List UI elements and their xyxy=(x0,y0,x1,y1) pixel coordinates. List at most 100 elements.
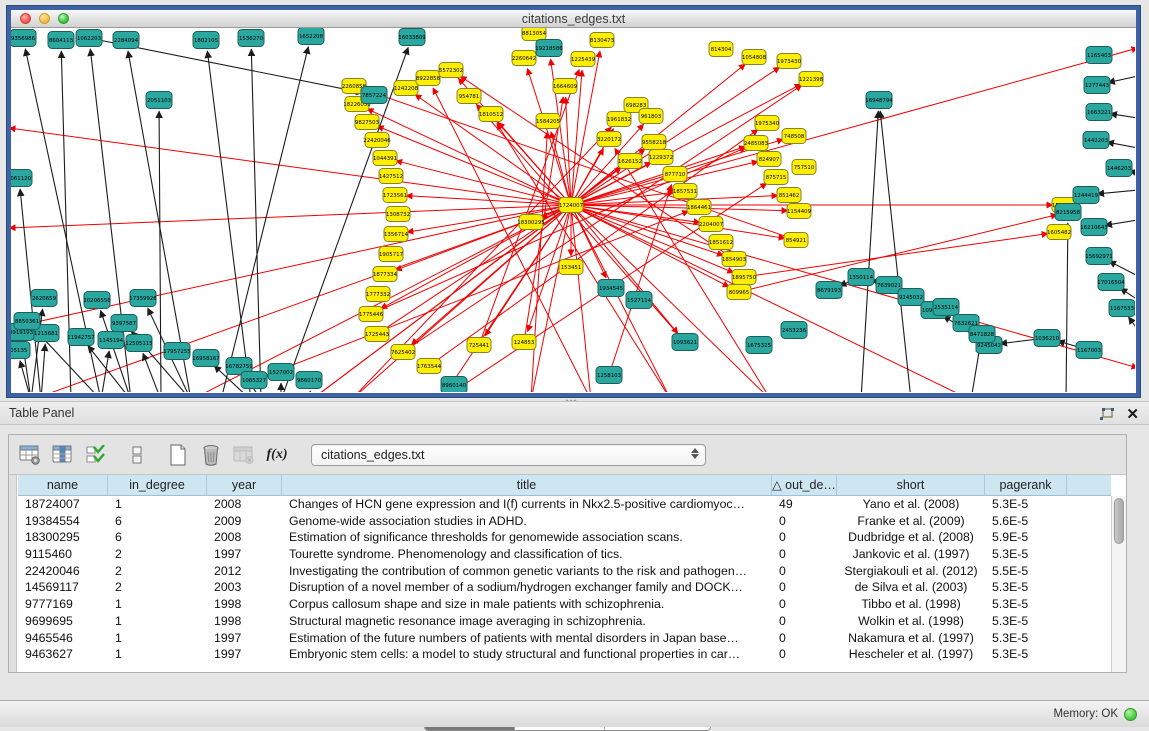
table-row[interactable]: 1456911722003Disruption of a novel membe… xyxy=(18,579,1111,596)
new-column-icon[interactable] xyxy=(165,442,191,468)
table-cell[interactable]: 2008 xyxy=(207,529,282,546)
table-cell[interactable]: 5.3E-5 xyxy=(985,596,1067,613)
table-cell[interactable]: 18724007 xyxy=(18,496,108,513)
table-row[interactable]: 977716911998Corpus callosum shape and si… xyxy=(18,596,1111,613)
table-cell[interactable]: 5.3E-5 xyxy=(985,496,1067,513)
table-cell[interactable]: 1 xyxy=(108,496,207,513)
graph-edge[interactable] xyxy=(11,205,571,328)
column-header-name[interactable]: name xyxy=(18,475,108,495)
table-cell[interactable]: 5.3E-5 xyxy=(985,613,1067,630)
graph-edge[interactable] xyxy=(403,85,802,352)
network-window-titlebar[interactable]: citations_edges.txt xyxy=(11,10,1136,28)
graph-edge[interactable] xyxy=(207,51,251,392)
table-cell[interactable]: 1997 xyxy=(207,630,282,647)
table-cell[interactable]: 1998 xyxy=(207,596,282,613)
table-cell[interactable]: Disruption of a novel member of a sodium… xyxy=(282,579,772,596)
column-header-title[interactable]: title xyxy=(282,475,772,495)
column-header-pagerank[interactable]: pagerank xyxy=(985,475,1067,495)
table-cell[interactable]: de Silva et al. (2003) xyxy=(837,579,985,596)
table-cell[interactable]: 2 xyxy=(108,563,207,580)
function-builder-icon[interactable]: f(x) xyxy=(264,442,290,468)
graph-edge[interactable] xyxy=(159,111,161,392)
graph-edge[interactable] xyxy=(1097,190,1135,194)
table-cell[interactable]: 0 xyxy=(772,613,837,630)
graph-edge[interactable] xyxy=(41,344,45,392)
table-cell[interactable]: Embryonic stem cells: a model to study s… xyxy=(282,646,772,663)
table-cell[interactable]: 1 xyxy=(108,630,207,647)
table-cell[interactable]: Dudbridge et al. (2008) xyxy=(837,529,985,546)
table-cell[interactable]: Hescheler et al. (1997) xyxy=(837,646,985,663)
table-cell[interactable]: Changes of HCN gene expression and I(f) … xyxy=(282,496,772,513)
table-cell[interactable]: 2012 xyxy=(207,563,282,580)
graph-edge[interactable] xyxy=(143,353,161,392)
table-cell[interactable]: 9465546 xyxy=(18,630,108,647)
table-cell[interactable]: 1 xyxy=(108,613,207,630)
graph-edge[interactable] xyxy=(1108,76,1135,83)
graph-edge[interactable] xyxy=(497,123,671,392)
table-cell[interactable]: Estimation of significance thresholds fo… xyxy=(282,529,772,546)
float-panel-icon[interactable] xyxy=(1099,408,1114,421)
table-cell[interactable]: Genome-wide association studies in ADHD. xyxy=(282,513,772,530)
table-cell[interactable]: 2 xyxy=(108,579,207,596)
vertical-scrollbar[interactable] xyxy=(1111,496,1126,672)
table-cell[interactable]: 2009 xyxy=(207,513,282,530)
table-cell[interactable]: 0 xyxy=(772,596,837,613)
table-row[interactable]: 969969511998Structural magnetic resonanc… xyxy=(18,613,1111,630)
table-cell[interactable]: Investigating the contribution of common… xyxy=(282,563,772,580)
table-mode-icon[interactable] xyxy=(17,442,43,468)
zoom-button[interactable] xyxy=(58,13,69,24)
graph-edge[interactable] xyxy=(221,47,308,392)
show-columns-icon[interactable] xyxy=(50,442,76,468)
table-cell[interactable]: 9463627 xyxy=(18,646,108,663)
delete-table-icon[interactable] xyxy=(231,442,257,468)
table-cell[interactable]: 9115460 xyxy=(18,546,108,563)
table-cell[interactable]: 1997 xyxy=(207,546,282,563)
table-cell[interactable]: 2 xyxy=(108,546,207,563)
table-cell[interactable]: 5.9E-5 xyxy=(985,529,1067,546)
table-cell[interactable]: 0 xyxy=(772,529,837,546)
table-cell[interactable]: 22420046 xyxy=(18,563,108,580)
memory-status-icon[interactable] xyxy=(1124,708,1137,721)
graph-edge[interactable] xyxy=(11,205,571,228)
table-cell[interactable]: 49 xyxy=(772,496,837,513)
scrollbar-thumb[interactable] xyxy=(1114,498,1124,544)
graph-edge[interactable] xyxy=(1107,142,1135,148)
table-cell[interactable]: 9699695 xyxy=(18,613,108,630)
table-cell[interactable]: 0 xyxy=(772,579,837,596)
network-canvas[interactable]: 1724007226085818226058982750322420046104… xyxy=(11,28,1136,392)
graph-edge[interactable] xyxy=(1110,114,1135,118)
table-cell[interactable]: 1 xyxy=(108,646,207,663)
table-row[interactable]: 911546021997Tourette syndrome. Phenomeno… xyxy=(18,546,1111,563)
close-button[interactable] xyxy=(20,13,31,24)
graph-edge[interactable] xyxy=(1066,223,1068,392)
table-cell[interactable]: 18300295 xyxy=(18,529,108,546)
table-cell[interactable]: Structural magnetic resonance image aver… xyxy=(282,613,772,630)
table-cell[interactable]: 0 xyxy=(772,513,837,530)
table-cell[interactable]: 0 xyxy=(772,630,837,647)
table-cell[interactable]: 5.3E-5 xyxy=(985,579,1067,596)
graph-edge[interactable] xyxy=(251,49,261,392)
table-cell[interactable]: 2008 xyxy=(207,496,282,513)
table-row[interactable]: 1830029562008Estimation of significance … xyxy=(18,529,1111,546)
table-cell[interactable]: 1998 xyxy=(207,613,282,630)
table-cell[interactable]: 1 xyxy=(108,596,207,613)
table-cell[interactable]: 19384554 xyxy=(18,513,108,530)
table-cell[interactable]: Wolkin et al. (1998) xyxy=(837,613,985,630)
table-selector-dropdown[interactable]: citations_edges.txt xyxy=(311,444,706,466)
table-cell[interactable]: Estimation of the future numbers of pati… xyxy=(282,630,772,647)
delete-column-icon[interactable] xyxy=(198,442,224,468)
table-cell[interactable]: 6 xyxy=(108,529,207,546)
table-cell[interactable]: 5.3E-5 xyxy=(985,630,1067,647)
table-cell[interactable]: 6 xyxy=(108,513,207,530)
table-cell[interactable]: 5.5E-5 xyxy=(985,563,1067,580)
table-cell[interactable]: 1997 xyxy=(207,646,282,663)
table-cell[interactable]: Yano et al. (2008) xyxy=(837,496,985,513)
table-row[interactable]: 946554611997Estimation of the future num… xyxy=(18,630,1111,647)
table-cell[interactable]: 14569117 xyxy=(18,579,108,596)
table-cell[interactable]: Corpus callosum shape and size in male p… xyxy=(282,596,772,613)
table-cell[interactable]: 0 xyxy=(772,646,837,663)
table-cell[interactable]: Jankovic et al. (1997) xyxy=(837,546,985,563)
table-cell[interactable]: Tourette syndrome. Phenomenology and cla… xyxy=(282,546,772,563)
close-panel-icon[interactable]: ✕ xyxy=(1126,407,1139,422)
table-row[interactable]: 1872400712008Changes of HCN gene express… xyxy=(18,496,1111,513)
